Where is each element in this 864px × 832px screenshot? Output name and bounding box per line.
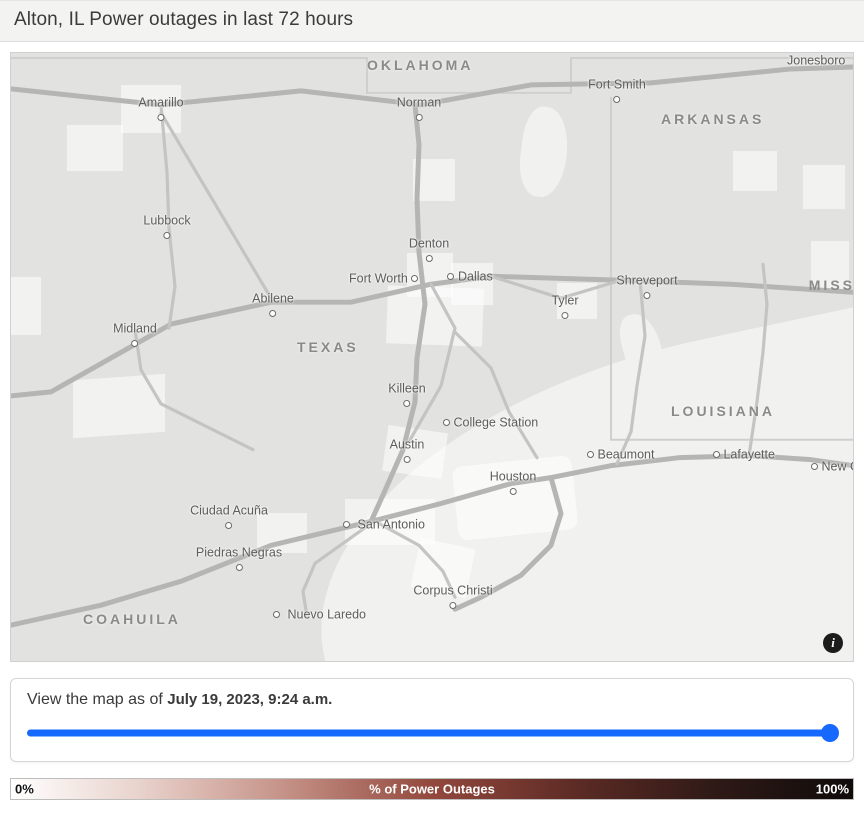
map-info-button[interactable]: i: [823, 633, 843, 653]
page-header: Alton, IL Power outages in last 72 hours: [0, 0, 864, 42]
outage-legend: 0% % of Power Outages 100%: [10, 778, 854, 800]
time-slider-track: [27, 730, 837, 737]
content-panel: OKLAHOMA ARKANSAS TEXAS LOUISIANA COAHUI…: [0, 42, 864, 800]
time-slider-card: View the map as of July 19, 2023, 9:24 a…: [10, 678, 854, 762]
legend-min: 0%: [15, 782, 34, 797]
time-slider-thumb[interactable]: [821, 724, 839, 742]
time-slider-timestamp: July 19, 2023, 9:24 a.m.: [167, 691, 332, 708]
outage-map[interactable]: OKLAHOMA ARKANSAS TEXAS LOUISIANA COAHUI…: [10, 52, 854, 662]
time-slider-caption: View the map as of July 19, 2023, 9:24 a…: [27, 691, 837, 709]
legend-title: % of Power Outages: [369, 782, 495, 797]
map-roads: [11, 53, 853, 661]
page-title: Alton, IL Power outages in last 72 hours: [14, 9, 850, 31]
legend-max: 100%: [816, 782, 849, 797]
time-slider[interactable]: [27, 725, 837, 741]
time-slider-prefix: View the map as of: [27, 691, 167, 708]
